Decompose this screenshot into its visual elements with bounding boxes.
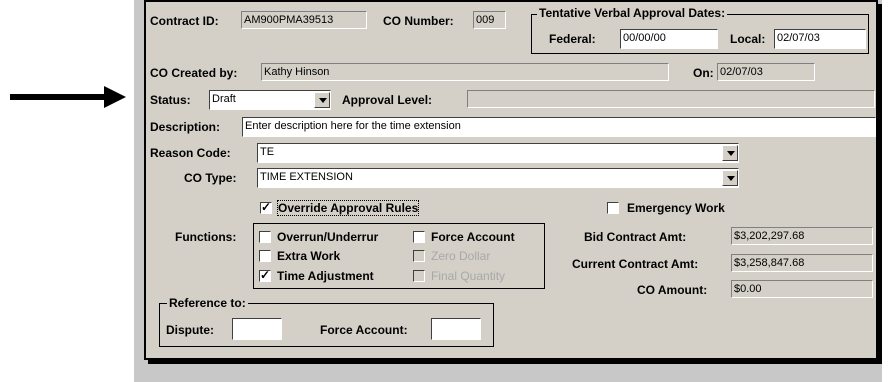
check-icon: ✓ bbox=[260, 268, 271, 282]
force-account-ref-input[interactable] bbox=[431, 318, 481, 340]
override-approval-label[interactable]: Override Approval Rules bbox=[276, 200, 420, 216]
force-account-label[interactable]: Force Account bbox=[431, 230, 515, 244]
approval-level-label: Approval Level: bbox=[342, 93, 433, 107]
bid-contract-amt-label: Bid Contract Amt: bbox=[584, 230, 687, 244]
federal-label: Federal: bbox=[549, 32, 596, 46]
extra-work-label[interactable]: Extra Work bbox=[277, 249, 340, 263]
created-on-field[interactable]: 02/07/03 bbox=[717, 63, 815, 81]
final-quantity-label: Final Quantity bbox=[431, 269, 506, 283]
force-account-ref-label: Force Account: bbox=[320, 323, 408, 337]
overrun-underrun-label[interactable]: Overrun/Underrur bbox=[277, 230, 378, 244]
reason-code-label: Reason Code: bbox=[150, 146, 231, 160]
reference-title: Reference to: bbox=[167, 296, 248, 310]
overrun-underrun-checkbox[interactable] bbox=[259, 231, 271, 243]
description-label: Description: bbox=[150, 120, 221, 134]
co-amount-label: CO Amount: bbox=[637, 283, 708, 297]
reason-code-select[interactable]: TE bbox=[257, 143, 739, 163]
created-on-label: On: bbox=[693, 66, 714, 80]
functions-label: Functions: bbox=[175, 230, 237, 244]
co-number-label: CO Number: bbox=[383, 14, 454, 28]
status-value: Draft bbox=[212, 93, 236, 105]
co-amount-field[interactable]: $0.00 bbox=[731, 280, 873, 298]
current-contract-amt-label: Current Contract Amt: bbox=[572, 257, 699, 271]
time-adjustment-label[interactable]: Time Adjustment bbox=[277, 269, 374, 283]
bid-contract-amt-field[interactable]: $3,202,297.68 bbox=[731, 227, 873, 245]
dispute-label: Dispute: bbox=[166, 323, 214, 337]
chevron-down-icon[interactable] bbox=[722, 145, 738, 161]
co-type-value: TIME EXTENSION bbox=[260, 171, 353, 183]
emergency-work-label[interactable]: Emergency Work bbox=[627, 201, 725, 215]
override-approval-checkbox[interactable]: ✓ bbox=[260, 200, 272, 214]
federal-date-input[interactable]: 00/00/00 bbox=[620, 29, 718, 49]
chevron-down-icon[interactable] bbox=[722, 170, 738, 186]
description-input[interactable]: Enter description here for the time exte… bbox=[242, 117, 876, 137]
pointer-arrow-icon bbox=[10, 94, 108, 100]
contract-id-field[interactable]: AM900PMA39513 bbox=[241, 11, 367, 29]
local-label: Local: bbox=[730, 32, 766, 46]
created-by-field[interactable]: Kathy Hinson bbox=[261, 63, 669, 81]
co-type-select[interactable]: TIME EXTENSION bbox=[257, 168, 739, 188]
created-by-label: CO Created by: bbox=[150, 66, 238, 80]
emergency-work-checkbox[interactable] bbox=[607, 202, 619, 214]
check-icon: ✓ bbox=[261, 200, 272, 214]
contract-id-label: Contract ID: bbox=[150, 14, 219, 28]
approval-level-field[interactable] bbox=[467, 90, 875, 108]
change-order-form: Contract ID: AM900PMA39513 CO Number: 00… bbox=[144, 0, 878, 360]
dispute-input[interactable] bbox=[232, 318, 282, 340]
status-label: Status: bbox=[150, 93, 191, 107]
pointer-arrow-head-icon bbox=[104, 86, 126, 108]
co-number-field[interactable]: 009 bbox=[473, 11, 506, 29]
status-select[interactable]: Draft bbox=[209, 90, 331, 110]
extra-work-checkbox[interactable] bbox=[259, 250, 271, 262]
force-account-checkbox[interactable] bbox=[413, 231, 425, 243]
current-contract-amt-field[interactable]: $3,258,847.68 bbox=[731, 254, 873, 272]
zero-dollar-checkbox bbox=[413, 250, 425, 262]
tentative-approval-title: Tentative Verbal Approval Dates: bbox=[537, 6, 728, 20]
chevron-down-icon[interactable] bbox=[314, 92, 330, 108]
zero-dollar-label: Zero Dollar bbox=[431, 249, 491, 263]
final-quantity-checkbox bbox=[413, 270, 425, 282]
co-type-label: CO Type: bbox=[184, 171, 237, 185]
time-adjustment-checkbox[interactable]: ✓ bbox=[259, 268, 271, 282]
local-date-input[interactable]: 02/07/03 bbox=[774, 29, 866, 49]
reason-code-value: TE bbox=[260, 146, 275, 158]
